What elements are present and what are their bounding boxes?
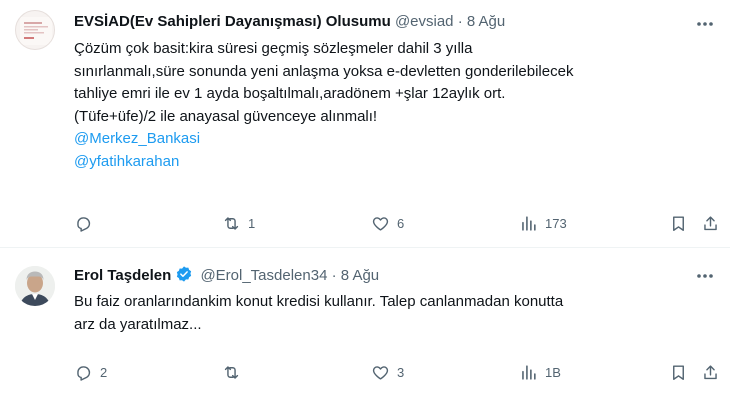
display-name[interactable]: EVSİAD(Ev Sahipleri Dayanışması) Olusumu (74, 13, 391, 30)
mention-link[interactable]: @Merkez_Bankasi (74, 128, 714, 151)
handle[interactable]: @evsiad (395, 13, 454, 30)
retweet-icon (224, 365, 239, 379)
dot-separator: · (457, 13, 463, 30)
tweet-text-line: (Tüfe+üfe)/2 ile anayasal güvenceye alın… (74, 107, 378, 125)
share-icon (704, 215, 717, 230)
views-icon (522, 215, 536, 231)
action-bar: 1 6 173 (74, 212, 718, 234)
more-icon[interactable] (694, 266, 716, 286)
heart-icon (372, 365, 389, 380)
display-name[interactable]: Erol Taşdelen (74, 267, 171, 284)
tweet-text-line: arz da yaratılmaz... (74, 315, 202, 333)
views-count: 1B (545, 364, 561, 380)
bookmark-icon (673, 215, 684, 231)
action-bar: 2 3 1B (74, 361, 718, 383)
verified-badge-icon (177, 266, 192, 282)
views-button[interactable]: 1B (519, 361, 561, 383)
like-count: 3 (397, 364, 405, 380)
avatar[interactable] (15, 266, 55, 306)
like-button[interactable]: 6 (371, 212, 404, 234)
retweet-button[interactable] (222, 361, 248, 383)
more-icon[interactable] (694, 14, 716, 34)
tweet-text-line: sınırlanmalı,süre sonunda yeni anlaşma y… (74, 62, 574, 80)
handle[interactable]: @Erol_Tasdelen34 (200, 267, 327, 284)
tweet-header: EVSİAD(Ev Sahipleri Dayanışması) Olusumu… (74, 12, 505, 32)
tweet-text-line: tahliye emri ile ev 1 ayda boşaltılmalı,… (74, 85, 506, 103)
reply-count: 2 (100, 364, 108, 380)
bookmark-button[interactable] (669, 212, 688, 234)
mention-link[interactable]: @yfatihkarahan (74, 151, 714, 174)
like-button[interactable]: 3 (371, 361, 404, 383)
retweet-button[interactable]: 1 (222, 212, 255, 234)
reply-button[interactable]: 2 (74, 361, 107, 383)
tweet-text-line: Çözüm çok basit:kira süresi geçmiş sözle… (74, 40, 473, 57)
tweet-text: Çözüm çok basit:kira süresi geçmiş sözle… (74, 38, 714, 174)
heart-icon (372, 216, 389, 231)
bookmark-button[interactable] (669, 361, 688, 383)
bookmark-icon (673, 364, 684, 380)
tweet-header: Erol Taşdelen @Erol_Tasdelen34 · 8 Ağu (74, 265, 379, 286)
share-icon (704, 364, 717, 379)
dot-separator: · (331, 267, 337, 284)
views-count: 173 (545, 215, 567, 231)
reply-button[interactable] (74, 212, 100, 234)
reply-icon (77, 365, 91, 381)
share-button[interactable] (701, 212, 720, 234)
tweet-text: Bu faiz oranlarındankim konut kredisi ku… (74, 291, 694, 336)
share-button[interactable] (701, 361, 720, 383)
timestamp[interactable]: 8 Ağu (341, 267, 379, 284)
reply-icon (77, 216, 91, 232)
views-icon (522, 364, 536, 380)
tweet-card[interactable]: EVSİAD(Ev Sahipleri Dayanışması) Olusumu… (0, 0, 730, 247)
views-button[interactable]: 173 (519, 212, 567, 234)
retweet-icon (224, 216, 239, 230)
retweet-count: 1 (248, 215, 256, 231)
like-count: 6 (397, 215, 405, 231)
avatar[interactable] (15, 10, 55, 50)
timestamp[interactable]: 8 Ağu (467, 13, 505, 30)
tweet-text-line: Bu faiz oranlarındankim konut kredisi ku… (74, 293, 564, 310)
